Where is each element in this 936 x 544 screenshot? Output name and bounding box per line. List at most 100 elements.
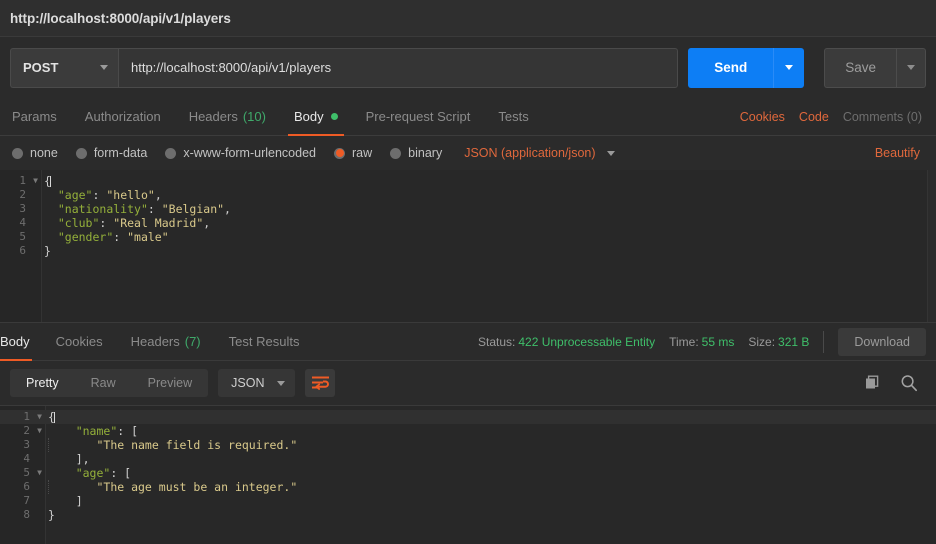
response-tab-body[interactable]: Body <box>0 323 42 361</box>
body-type-binary[interactable]: binary <box>390 146 442 160</box>
response-body-editor[interactable]: 1 ▼{2 ▼ "name": [3 "The name field is requ… <box>0 405 936 544</box>
code-text: "club": "Real Madrid", <box>41 216 210 230</box>
url-input[interactable]: http://localhost:8000/api/v1/players <box>118 47 679 88</box>
copy-button[interactable] <box>865 375 882 392</box>
search-button[interactable] <box>900 374 918 392</box>
response-format-select[interactable]: JSON <box>218 369 296 397</box>
status-value: 422 Unprocessable Entity <box>518 334 656 349</box>
word-wrap-button[interactable] <box>305 369 336 397</box>
code-text: { <box>45 410 55 424</box>
line-number: 6 <box>23 480 30 493</box>
token-punct <box>48 424 76 438</box>
content-type-select[interactable]: JSON (application/json) <box>464 146 615 160</box>
view-mode-preview[interactable]: Preview <box>132 369 208 397</box>
size-label: Size: <box>748 334 776 349</box>
code-line: 1 ▼{ <box>0 174 936 188</box>
line-number: 5 <box>23 466 30 479</box>
view-mode-pretty[interactable]: Pretty <box>10 369 75 397</box>
line-number: 6 <box>19 244 26 257</box>
radio-icon <box>390 147 402 159</box>
code-line: 8} <box>0 508 936 522</box>
chevron-down-icon <box>785 65 794 70</box>
tab-label: Params <box>12 109 57 124</box>
send-button[interactable]: Send <box>688 47 774 88</box>
request-tab-bar: Params Authorization Headers (10) Body P… <box>0 98 936 136</box>
text-cursor <box>49 176 51 187</box>
time-value: 55 ms <box>701 334 735 349</box>
body-modified-dot-icon <box>330 113 338 120</box>
response-meta: Status: 422 Unprocessable Entity Time: 55 … <box>478 323 936 360</box>
download-button[interactable]: Download <box>838 327 926 356</box>
search-icon <box>901 375 918 392</box>
token-punct <box>48 466 76 480</box>
request-body-editor[interactable]: 1 ▼{2 "age": "hello", 3 "nationality": "Be… <box>0 170 936 323</box>
code-text: ] <box>45 494 83 508</box>
fold-arrow-icon[interactable]: ▼ <box>34 466 45 480</box>
token-str: "The age must be an integer." <box>96 480 298 494</box>
send-options-button[interactable] <box>773 47 805 88</box>
body-type-raw[interactable]: raw <box>334 146 372 160</box>
code-text: "gender": "male" <box>41 230 169 244</box>
tab-label: Headers <box>188 109 238 124</box>
fold-arrow-icon[interactable]: ▼ <box>34 410 45 424</box>
tab-headers[interactable]: Headers (10) <box>175 98 280 135</box>
save-options-button[interactable] <box>896 47 926 88</box>
body-type-none[interactable]: none <box>12 146 58 160</box>
token-punct: ], <box>48 452 90 466</box>
token-punct: : <box>113 230 128 244</box>
code-text: "The name field is required." <box>45 438 297 452</box>
view-mode-label: Pretty <box>26 376 59 390</box>
body-type-x-www-form-urlencoded[interactable]: x-www-form-urlencoded <box>165 146 316 160</box>
token-punct: : <box>147 202 162 216</box>
token-key: "club" <box>57 216 100 230</box>
token-str: "Belgian" <box>161 202 225 216</box>
code-line: 7 ] <box>0 494 936 508</box>
token-key: "age" <box>57 188 93 202</box>
tab-pre-request-script[interactable]: Pre-request Script <box>352 98 485 135</box>
save-button[interactable]: Save <box>824 47 896 88</box>
word-wrap-icon <box>311 376 329 390</box>
token-punct <box>44 188 58 202</box>
code-line: 4 ], <box>0 452 936 466</box>
size-badge: Size: 321 B <box>748 335 809 349</box>
fold-arrow-icon[interactable]: ▼ <box>30 174 41 188</box>
url-input-value: http://localhost:8000/api/v1/players <box>131 60 332 75</box>
tab-tests[interactable]: Tests <box>484 98 542 135</box>
fold-arrow-icon[interactable]: ▼ <box>34 424 45 438</box>
status-badge: Status: 422 Unprocessable Entity <box>478 335 655 349</box>
request-actions: Cookies Code Comments (0) <box>740 98 924 135</box>
tab-params[interactable]: Params <box>12 98 71 135</box>
time-label: Time: <box>669 334 699 349</box>
radio-icon <box>12 147 23 159</box>
beautify-button[interactable]: Beautify <box>875 146 924 160</box>
view-mode-label: Preview <box>147 376 193 390</box>
cookies-link[interactable]: Cookies <box>740 110 785 124</box>
content-type-label: JSON (application/json) <box>464 146 596 160</box>
chevron-down-icon <box>100 65 108 70</box>
code-line: 5 ▼ "age": [ <box>0 466 936 480</box>
response-tab-test-results[interactable]: Test Results <box>215 323 314 360</box>
token-str: "hello" <box>106 188 155 202</box>
http-method-select[interactable]: POST <box>10 47 118 88</box>
view-mode-raw[interactable]: Raw <box>75 369 132 397</box>
code-text: "The age must be an integer." <box>45 480 297 494</box>
response-tab-cookies[interactable]: Cookies <box>42 323 117 360</box>
radio-icon <box>165 147 177 159</box>
tab-body[interactable]: Body <box>280 98 352 136</box>
line-number: 3 <box>23 438 30 451</box>
body-type-form-data[interactable]: form-data <box>75 146 148 160</box>
code-line: 3 "nationality": "Belgian", <box>0 202 936 216</box>
body-type-label: form-data <box>93 146 148 160</box>
token-str: "Real Madrid" <box>113 216 204 230</box>
token-key: "nationality" <box>57 202 148 216</box>
token-key: "age" <box>75 466 111 480</box>
code-link[interactable]: Code <box>799 110 829 124</box>
response-tab-headers[interactable]: Headers (7) <box>117 323 215 360</box>
window-title-bar: http://localhost:8000/api/v1/players <box>0 0 936 36</box>
view-mode-label: Raw <box>90 376 116 390</box>
code-line: 3 "The name field is required." <box>0 438 936 452</box>
tab-authorization[interactable]: Authorization <box>71 98 175 135</box>
headers-count: (10) <box>242 109 266 124</box>
comments-link[interactable]: Comments (0) <box>843 110 922 124</box>
code-text: "nationality": "Belgian", <box>41 202 231 216</box>
